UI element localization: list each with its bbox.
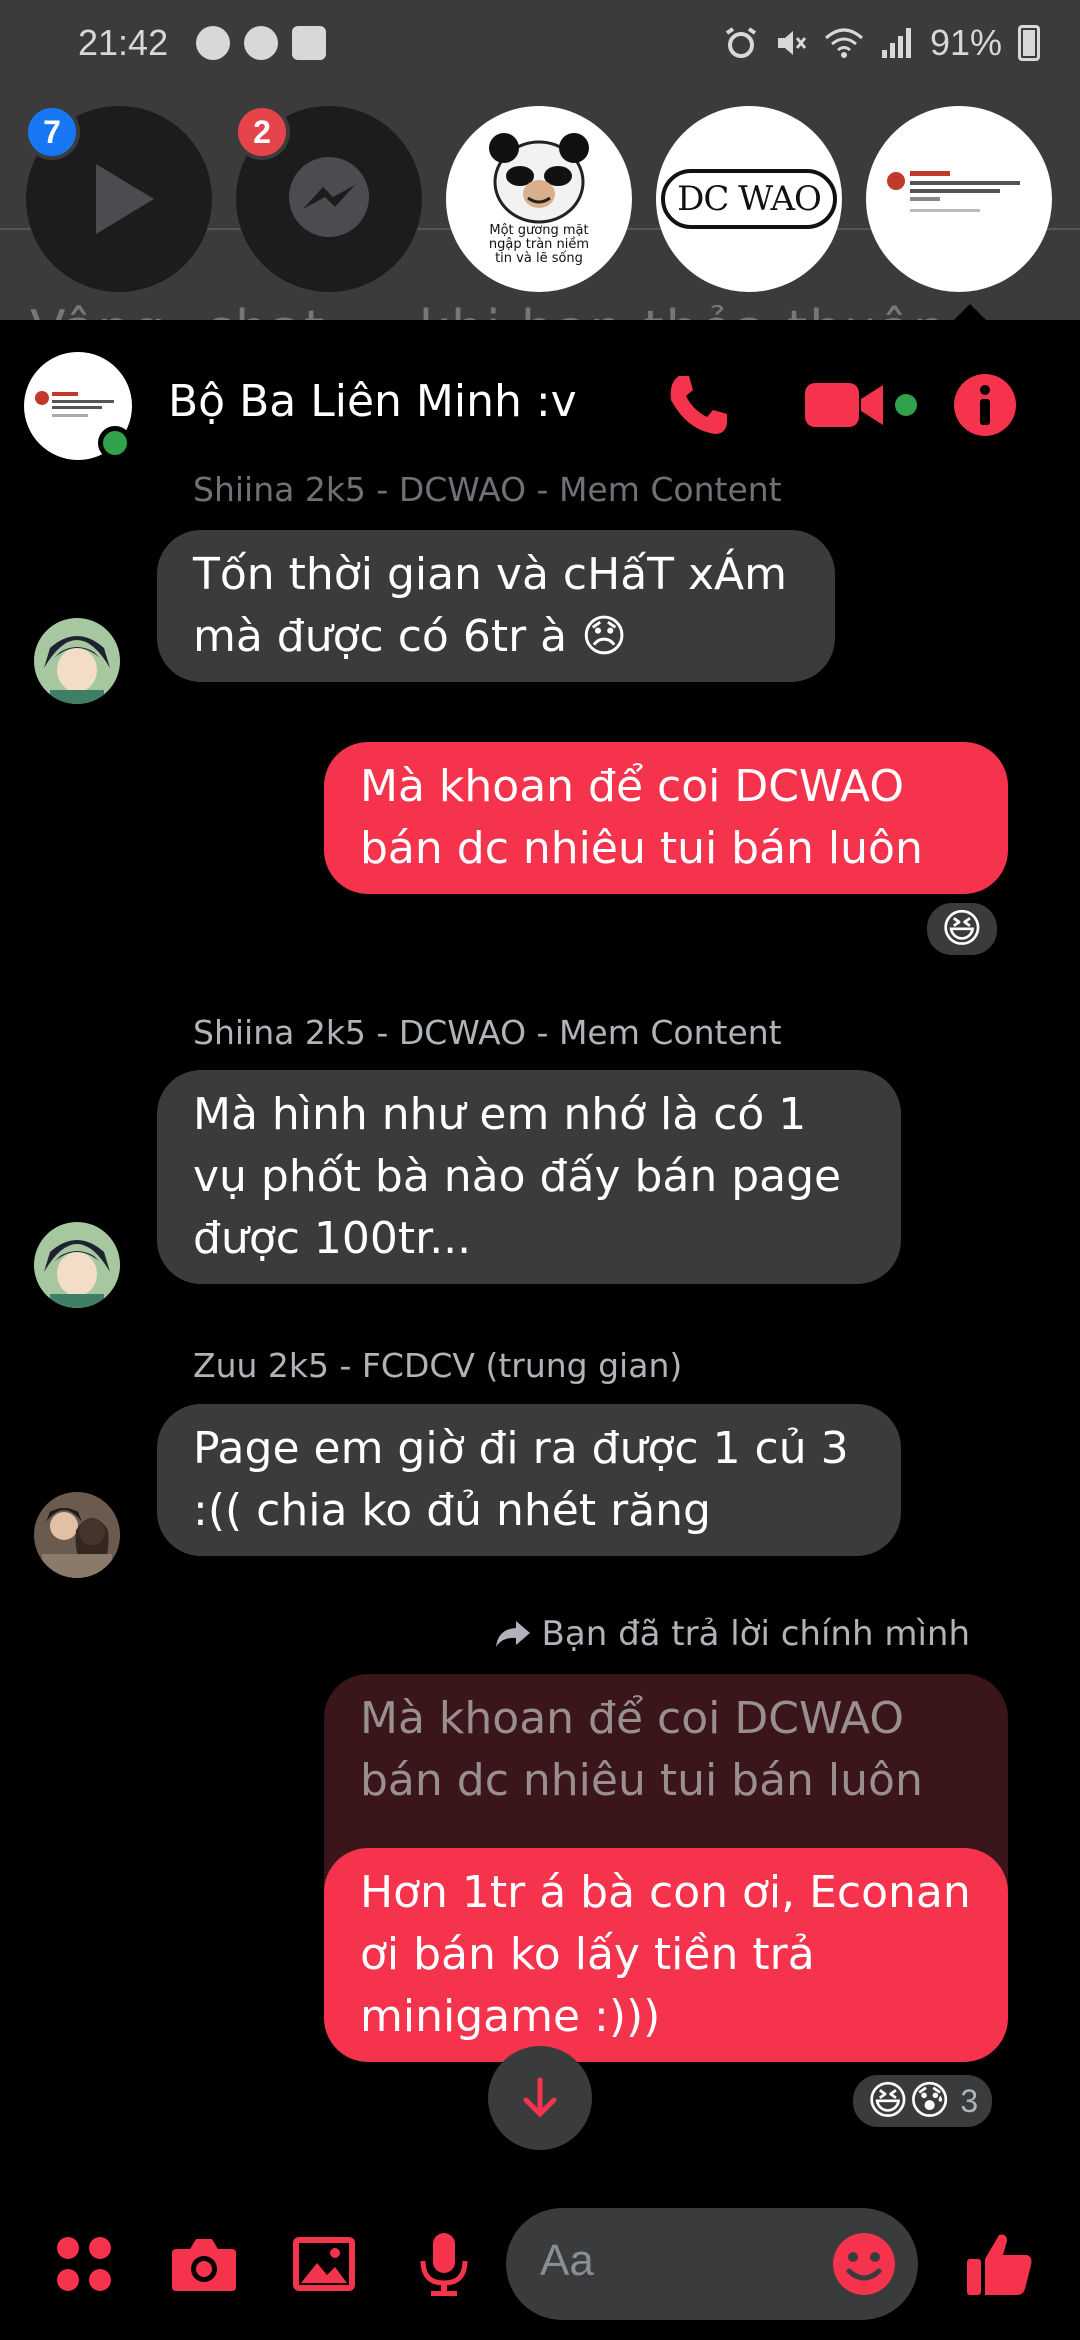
group-preview-image — [887, 171, 1020, 212]
active-call-dot — [895, 394, 917, 416]
chat-head-messenger[interactable]: 2 — [234, 104, 422, 292]
phone-icon — [670, 376, 727, 434]
battery-icon — [1018, 25, 1040, 61]
message-reaction[interactable]: 😆 — [922, 898, 1002, 960]
messenger-notification-icon — [196, 26, 230, 60]
gallery-button[interactable] — [286, 2226, 362, 2302]
chat-head-group-preview[interactable] — [866, 106, 1052, 292]
chat-head-video[interactable]: 7 — [24, 104, 212, 292]
alarm-icon — [725, 27, 757, 58]
photo-avatar-image — [34, 1492, 120, 1578]
camera-icon — [172, 2239, 236, 2291]
more-actions-button[interactable] — [46, 2226, 122, 2302]
info-icon — [954, 374, 1016, 436]
signal-icon — [881, 28, 911, 58]
message-bubble[interactable]: Page em giờ đi ra được 1 củ 3 :(( chia k… — [157, 1404, 901, 1556]
status-right: 91% — [724, 22, 1040, 64]
chat-head-meme[interactable]: Một gương mặt ngập tràn niềm tin và lẽ s… — [446, 106, 632, 292]
thumbs-up-icon — [967, 2234, 1032, 2295]
avatar-zuu[interactable] — [34, 1492, 120, 1578]
voice-call-button[interactable] — [660, 370, 736, 440]
chat-head-dcwao[interactable]: DC WAO — [656, 106, 842, 292]
reply-arrow-icon — [495, 1621, 530, 1647]
arrow-down-icon — [523, 2077, 557, 2118]
reply-indicator-text: Bạn đã trả lời chính mình — [541, 1614, 970, 1654]
battery-percent: 91% — [929, 22, 1002, 63]
like-button[interactable] — [962, 2226, 1038, 2302]
conversation-title[interactable]: Bộ Ba Liên Minh :v — [168, 376, 577, 427]
message-bubble[interactable]: Hơn 1tr á bà con ơi, Econan ơi bán ko lấ… — [324, 1848, 1008, 2062]
avatar-shiina[interactable] — [34, 618, 120, 704]
mute-icon — [777, 31, 807, 55]
reply-indicator: Bạn đã trả lời chính mình — [494, 1614, 970, 1654]
online-status-dot — [98, 426, 132, 460]
status-time: 21:42 — [78, 22, 169, 63]
unread-badge: 2 — [234, 104, 290, 160]
anime-avatar-image — [34, 1222, 120, 1308]
messenger-notification-icon — [244, 26, 278, 60]
image-icon — [293, 2237, 355, 2291]
status-bar: 21:42 91% — [0, 0, 1080, 90]
message-reactions[interactable]: 😆😰 3 — [848, 2070, 998, 2132]
smiley-icon — [833, 2233, 895, 2295]
laughing-emoji-icon: 😆 — [941, 906, 983, 952]
anime-avatar-image — [34, 618, 120, 704]
conversation-info-button[interactable] — [950, 370, 1020, 440]
camera-button[interactable] — [166, 2226, 242, 2302]
message-bubble[interactable]: Mà hình như em nhớ là có 1 vụ phốt bà nà… — [157, 1070, 901, 1284]
wifi-icon — [824, 28, 863, 58]
microphone-icon — [420, 2233, 468, 2296]
unread-badge: 7 — [24, 104, 80, 160]
sender-name: Shiina 2k5 - DCWAO - Mem Content — [193, 1013, 782, 1052]
reaction-count: 3 — [960, 2082, 979, 2119]
emoji-button[interactable] — [826, 2226, 902, 2302]
four-dots-icon — [57, 2237, 111, 2291]
message-bubble[interactable]: Mà khoan để coi DCWAO bán dc nhiêu tui b… — [324, 742, 1008, 894]
checkbox-notification-icon — [292, 26, 326, 60]
notification-icons — [196, 26, 326, 60]
dcwao-logo: DC WAO — [661, 169, 837, 229]
panda-meme-image — [489, 133, 589, 224]
message-bubble[interactable]: Tốn thời gian và cHấT xÁm mà được có 6tr… — [157, 530, 835, 682]
video-camera-icon — [805, 383, 883, 427]
sender-name: Zuu 2k5 - FCDCV (trung gian) — [193, 1346, 683, 1385]
video-call-button[interactable] — [800, 370, 920, 440]
message-input-placeholder: Aa — [540, 2236, 594, 2285]
laughing-crying-emoji-icons: 😆😰 — [867, 2078, 951, 2124]
sender-name: Shiina 2k5 - DCWAO - Mem Content — [193, 470, 782, 504]
meme-caption: Một gương mặt ngập tràn niềm tin và lẽ s… — [488, 223, 590, 266]
avatar-shiina[interactable] — [34, 1222, 120, 1308]
scroll-to-bottom-button[interactable] — [488, 2046, 592, 2150]
voice-message-button[interactable] — [406, 2226, 482, 2302]
